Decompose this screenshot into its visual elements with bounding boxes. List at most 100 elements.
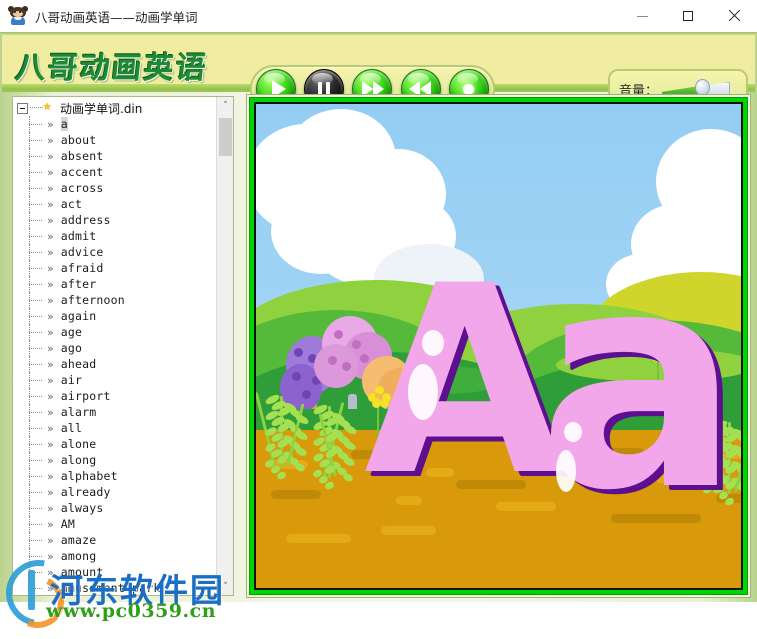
double-chevron-icon: »: [47, 165, 54, 179]
double-chevron-icon: »: [47, 389, 54, 403]
tree-elbow: [29, 364, 42, 365]
fern-leaf: [742, 472, 743, 484]
close-icon: [728, 10, 740, 22]
word-list-item[interactable]: » address: [17, 212, 216, 228]
tree-elbow: [29, 412, 42, 413]
tree-elbow: [29, 140, 42, 141]
tree-elbow: [29, 588, 42, 589]
word-list-item[interactable]: » across: [17, 180, 216, 196]
double-chevron-icon: »: [47, 229, 54, 243]
word-list-item[interactable]: » act: [17, 196, 216, 212]
word-list-item[interactable]: » a: [17, 116, 216, 132]
word-list-item[interactable]: » alphabet: [17, 468, 216, 484]
letter-highlight: [564, 422, 582, 442]
double-chevron-icon: »: [47, 517, 54, 531]
word-list-item[interactable]: » afraid: [17, 260, 216, 276]
word-list-item[interactable]: » along: [17, 452, 216, 468]
letter-highlight: [422, 330, 444, 356]
word-label: alphabet: [60, 469, 118, 483]
scrollbar-thumb[interactable]: [219, 118, 232, 156]
word-label: afternoon: [60, 293, 125, 307]
tree-elbow: [29, 524, 42, 525]
tree-collapse-toggle[interactable]: [17, 102, 28, 114]
tree-elbow: [29, 556, 42, 557]
word-list-item[interactable]: » after: [17, 276, 216, 292]
word-label: across: [60, 181, 104, 195]
scroll-down-button[interactable]: ˅: [217, 578, 233, 595]
fern-leaf: [742, 455, 743, 467]
word-label: accent: [60, 165, 104, 179]
word-label: age: [60, 325, 83, 339]
word-label: already: [60, 485, 111, 499]
tree-elbow: [29, 572, 42, 573]
word-list-item[interactable]: » air: [17, 372, 216, 388]
word-list-item[interactable]: » accent: [17, 164, 216, 180]
word-label: again: [60, 309, 97, 323]
word-label: ahead: [60, 357, 97, 371]
tree-elbow: [29, 284, 42, 285]
tree-elbow: [29, 300, 42, 301]
double-chevron-icon: »: [47, 549, 54, 563]
tree-elbow: [29, 476, 42, 477]
tree-elbow: [29, 396, 42, 397]
fern-leaf: [742, 488, 743, 499]
tree-elbow: [29, 540, 42, 541]
scroll-up-button[interactable]: ˄: [217, 97, 233, 114]
double-chevron-icon: »: [47, 309, 54, 323]
animation-stage[interactable]: Aa: [254, 102, 743, 590]
word-list-item[interactable]: » afternoon: [17, 292, 216, 308]
mynah-bird-icon: [8, 6, 28, 26]
close-button[interactable]: [711, 0, 757, 32]
double-chevron-icon: »: [47, 501, 54, 515]
word-list-item[interactable]: » already: [17, 484, 216, 500]
double-chevron-icon: »: [47, 149, 54, 163]
word-label: amaze: [60, 533, 97, 547]
word-list-item[interactable]: » age: [17, 324, 216, 340]
word-list-item[interactable]: » absent: [17, 148, 216, 164]
minimize-button[interactable]: [619, 0, 665, 32]
canopy-dot: [352, 340, 361, 349]
word-list-item[interactable]: » all: [17, 420, 216, 436]
double-chevron-icon: »: [47, 197, 54, 211]
tree-elbow: [29, 316, 42, 317]
word-list-item[interactable]: » always: [17, 500, 216, 516]
canopy-dot: [328, 356, 337, 365]
word-list-item[interactable]: » admit: [17, 228, 216, 244]
animation-panel: Aa: [246, 94, 751, 598]
word-list-item[interactable]: » amount: [17, 564, 216, 580]
maximize-button[interactable]: [665, 0, 711, 32]
minimize-icon: [636, 15, 648, 17]
double-chevron-icon: »: [47, 565, 54, 579]
word-label: act: [60, 197, 83, 211]
double-chevron-icon: »: [47, 245, 54, 259]
word-list-item[interactable]: » amaze: [17, 532, 216, 548]
word-list-item[interactable]: » AM: [17, 516, 216, 532]
word-label: amount: [60, 565, 104, 579]
tree-elbow: [29, 236, 42, 237]
canopy-dot: [294, 348, 303, 357]
double-chevron-icon: »: [47, 373, 54, 387]
tree-root-row[interactable]: 动画学单词.din: [17, 98, 216, 116]
title-bar: 八哥动画英语——动画学单词: [0, 0, 757, 33]
word-label: alarm: [60, 405, 97, 419]
word-list-item[interactable]: » airport: [17, 388, 216, 404]
word-list-panel: 动画学单词.din »a»about»absent»accent»across»…: [12, 96, 234, 596]
word-list-item[interactable]: » alone: [17, 436, 216, 452]
word-list-item[interactable]: » about: [17, 132, 216, 148]
word-list-item[interactable]: » again: [17, 308, 216, 324]
tree-connector: [30, 107, 43, 109]
double-chevron-icon: »: [47, 277, 54, 291]
word-label: airport: [60, 389, 111, 403]
tree-elbow: [29, 268, 42, 269]
uppercase-letter: A: [364, 231, 566, 533]
word-list-item[interactable]: » advice: [17, 244, 216, 260]
word-list-item[interactable]: » ahead: [17, 356, 216, 372]
word-label: among: [60, 549, 97, 563]
fern-plant: [256, 390, 311, 481]
double-chevron-icon: »: [47, 133, 54, 147]
word-list-item[interactable]: » alarm: [17, 404, 216, 420]
word-list-item[interactable]: » amusement park: [17, 580, 216, 595]
word-list-item[interactable]: » among: [17, 548, 216, 564]
word-list-scrollbar[interactable]: ˄ ˅: [216, 97, 233, 595]
word-list-item[interactable]: » ago: [17, 340, 216, 356]
